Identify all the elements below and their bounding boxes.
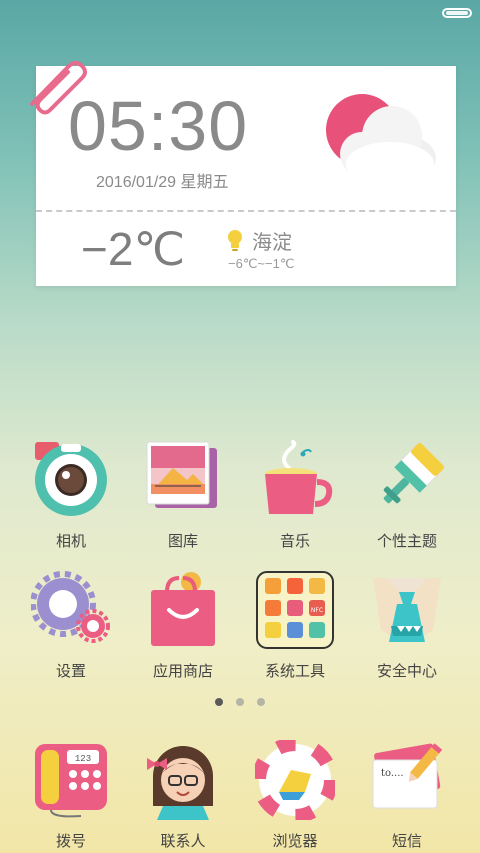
app-settings[interactable]: 设置 xyxy=(16,570,126,681)
app-gallery[interactable]: 图库 xyxy=(128,440,238,551)
phone-icon: 123 xyxy=(31,740,111,820)
paint-roller-icon xyxy=(367,440,447,520)
app-messages[interactable]: to.... 短信 xyxy=(352,740,462,851)
app-label: 拨号 xyxy=(55,832,86,850)
app-themes[interactable]: 个性主题 xyxy=(352,440,462,551)
page-dot-2[interactable] xyxy=(236,698,244,706)
app-browser[interactable]: 浏览器 xyxy=(240,737,350,851)
app-label: 图库 xyxy=(167,532,198,550)
app-music[interactable]: 音乐 xyxy=(240,440,350,551)
app-label: 浏览器 xyxy=(272,832,318,850)
app-label: 联系人 xyxy=(160,832,206,850)
cloudy-sun-icon xyxy=(326,94,436,186)
app-label: 设置 xyxy=(55,662,86,680)
app-dialer[interactable]: 123 拨号 xyxy=(16,740,126,851)
widget-divider xyxy=(36,210,456,212)
gallery-icon xyxy=(143,440,223,520)
location-name: 海淀 xyxy=(252,230,292,254)
folder-icon: NFC xyxy=(255,570,335,650)
app-contacts[interactable]: 联系人 xyxy=(128,740,238,851)
contacts-girl-icon xyxy=(143,740,223,820)
camera-icon xyxy=(31,440,111,520)
clock-date: 2016/01/29 星期五 xyxy=(96,174,229,191)
page-dot-1[interactable] xyxy=(215,698,223,706)
app-camera[interactable]: 相机 xyxy=(16,440,126,551)
location-row: 海淀 xyxy=(226,226,292,255)
nfc-label: NFC xyxy=(311,607,323,614)
gear-icon xyxy=(30,570,111,650)
page-indicator[interactable] xyxy=(0,698,480,706)
app-security-center[interactable]: 安全中心 xyxy=(352,570,462,681)
app-label: 短信 xyxy=(391,832,422,850)
note-text: to.... xyxy=(381,768,404,779)
app-label: 个性主题 xyxy=(376,532,437,550)
temperature-range: −6℃~−1℃ xyxy=(228,256,295,271)
app-store[interactable]: 应用商店 xyxy=(128,570,238,681)
app-label: 系统工具 xyxy=(264,662,325,680)
battery-icon xyxy=(442,8,472,18)
clock-time: 05:30 xyxy=(68,87,249,165)
app-label: 相机 xyxy=(55,532,86,550)
phone-display: 123 xyxy=(75,754,91,764)
lifebuoy-icon xyxy=(252,737,338,823)
app-label: 音乐 xyxy=(279,532,310,550)
clock-weather-widget[interactable]: 05:30 2016/01/29 星期五 −2℃ 海淀 −6℃~−1℃ xyxy=(30,61,456,286)
shopping-bag-icon xyxy=(143,570,223,650)
folder-system-tools[interactable]: NFC 系统工具 xyxy=(240,570,350,681)
page-dot-3[interactable] xyxy=(257,698,265,706)
app-label: 安全中心 xyxy=(376,662,437,680)
music-cup-icon xyxy=(255,440,335,520)
tie-shield-icon xyxy=(367,570,447,650)
note-pencil-icon: to.... xyxy=(367,740,447,820)
app-label: 应用商店 xyxy=(152,662,213,680)
current-temperature: −2℃ xyxy=(81,223,186,275)
lightbulb-icon xyxy=(228,229,242,251)
